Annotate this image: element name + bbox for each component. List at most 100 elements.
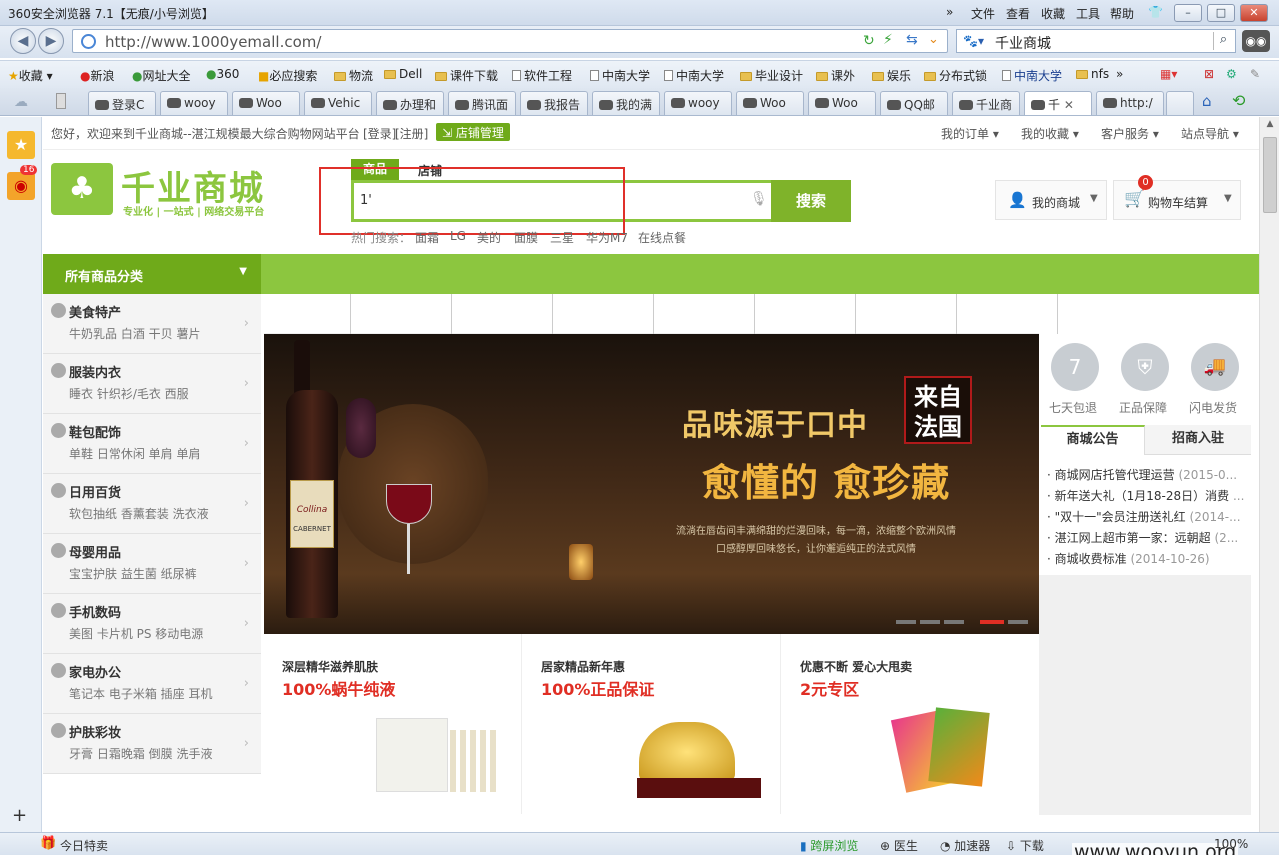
fav-folder-thesis[interactable]: 毕业设计 (740, 67, 803, 84)
fav-folder-entertainment[interactable]: 娱乐 (872, 67, 911, 84)
hot-search-item[interactable]: 在线点餐 (638, 229, 686, 246)
fav-more[interactable]: » (1116, 67, 1123, 81)
customer-service-link[interactable]: 客户服务 ▾ (1101, 125, 1159, 142)
toolbar-icon-1[interactable]: ⊠ (1204, 67, 1214, 81)
my-orders-link[interactable]: 我的订单 ▾ (941, 125, 999, 142)
carousel-dot-active[interactable] (980, 620, 1004, 624)
forward-button[interactable]: ▶ (38, 28, 64, 54)
tab[interactable]: Woo (808, 91, 876, 115)
close-button[interactable]: ✕ (1240, 4, 1268, 22)
tab[interactable]: 登录C (88, 91, 156, 115)
tab[interactable]: 我报告 (520, 91, 588, 115)
tab-mall-notice[interactable]: 商城公告 (1041, 425, 1145, 455)
carousel-dot[interactable] (896, 620, 916, 624)
today-deals-link[interactable]: 今日特卖 (60, 837, 108, 854)
promo-card[interactable]: 居家精品新年惠 100%正品保证 (523, 634, 781, 814)
dropdown-icon[interactable]: ⌄ (928, 32, 939, 47)
home-icon[interactable]: ⌂ (1202, 92, 1212, 110)
page-scrollbar[interactable]: ▲ (1259, 117, 1279, 832)
category-item[interactable]: 家电办公 笔记本 电子米箱 插座 耳机 › (43, 654, 261, 714)
cloud-icon[interactable]: ☁ (14, 94, 28, 110)
zoom-level[interactable]: 100% (1214, 837, 1248, 851)
download-link[interactable]: ⇩ 下载 (1006, 837, 1044, 854)
site-nav-link[interactable]: 站点导航 ▾ (1181, 125, 1239, 142)
favorites-star-icon[interactable]: ★ (7, 131, 35, 159)
category-item[interactable]: 母婴用品 宝宝护肤 益生菌 纸尿裤 › (43, 534, 261, 594)
fav-sina[interactable]: ●新浪 (80, 67, 115, 84)
logo-icon[interactable]: ♣ (51, 163, 113, 215)
tab[interactable]: 千业商 (952, 91, 1020, 115)
fav-collect[interactable]: ★收藏 ▾ (8, 67, 53, 84)
site-search-button[interactable]: 搜索 (771, 180, 851, 222)
tab[interactable]: Woo (232, 91, 300, 115)
fav-bing[interactable]: ■必应搜索 (258, 67, 317, 84)
category-item[interactable]: 护肤彩妆 牙膏 日霜晚霜 倒膜 洗手液 › (43, 714, 261, 774)
scroll-up-icon[interactable]: ▲ (1263, 119, 1277, 133)
fav-csu-1[interactable]: 中南大学 (590, 67, 650, 84)
fav-folder-distlock[interactable]: 分布式锁 (924, 67, 987, 84)
category-item[interactable]: 服装内衣 睡衣 针织衫/毛衣 西服 › (43, 354, 261, 414)
carousel-dot[interactable] (920, 620, 940, 624)
add-sidebar-icon[interactable]: + (12, 805, 27, 826)
tab[interactable]: QQ邮 (880, 91, 948, 115)
toolbar-icon-2[interactable]: ⚙ (1226, 67, 1237, 81)
speed-icon[interactable]: ⚡ (883, 32, 893, 48)
notice-item[interactable]: · 湛江网上超市第一家：远朝超 (2... (1047, 528, 1249, 549)
fav-software-eng[interactable]: 软件工程 (512, 67, 572, 84)
tab[interactable]: 办理和 (376, 91, 444, 115)
fav-csu-2[interactable]: 中南大学 (664, 67, 724, 84)
notice-item[interactable]: · 商城收费标准 (2014-10-26) (1047, 549, 1249, 570)
my-mall-button[interactable]: 👤 我的商城 ▼ (995, 180, 1107, 220)
search-engine-icon[interactable]: 🐾▾ (963, 34, 984, 48)
phone-icon[interactable] (56, 93, 66, 109)
hot-search-item[interactable]: 面霜 (415, 229, 439, 246)
browser-search-box[interactable]: 🐾▾ 千业商城 ⌕ (956, 29, 1236, 53)
hero-banner[interactable]: Collina CABERNET 品味源于口中 来自法国 愈懂的 愈珍藏 流淌在… (264, 334, 1039, 634)
tab[interactable]: Vehic (304, 91, 372, 115)
fav-folder-extracurricular[interactable]: 课外 (816, 67, 855, 84)
hot-search-item[interactable]: 面膜 (514, 229, 538, 246)
cart-button[interactable]: 🛒 0 购物车结算 ▼ (1113, 175, 1241, 220)
tab[interactable]: 我的满 (592, 91, 660, 115)
hot-search-item[interactable]: 三星 (550, 229, 574, 246)
back-button[interactable]: ◀ (10, 28, 36, 54)
store-management-button[interactable]: ⇲ 店铺管理 (436, 123, 510, 141)
menu-favorites[interactable]: 收藏 (1041, 5, 1065, 22)
microphone-icon[interactable]: 🎙 (750, 191, 768, 207)
carousel-dot[interactable] (1008, 620, 1028, 624)
promo-card[interactable]: 优惠不断 爱心大甩卖 2元专区 (782, 634, 1040, 814)
compat-icon[interactable]: ⇆ (906, 32, 918, 48)
my-favorites-link[interactable]: 我的收藏 ▾ (1021, 125, 1079, 142)
tab[interactable]: 腾讯面 (448, 91, 516, 115)
tab[interactable]: http:/ (1096, 91, 1164, 115)
promo-card[interactable]: 深层精华滋养肌肤 100%蜗牛纯液 (264, 634, 522, 814)
fav-folder-logistics[interactable]: 物流 (334, 67, 373, 84)
menu-view[interactable]: 查看 (1006, 5, 1030, 22)
toolbar-icon-3[interactable]: ✎ (1250, 67, 1260, 81)
accelerator-link[interactable]: ◔ 加速器 (940, 837, 990, 854)
login-link[interactable]: [登录] (363, 125, 396, 142)
all-categories-button[interactable]: 所有商品分类 ▼ (43, 254, 261, 294)
fav-csu-3[interactable]: 中南大学 (1002, 67, 1062, 84)
category-item[interactable]: 美食特产 牛奶乳品 白酒 干贝 薯片 › (43, 294, 261, 354)
address-url[interactable]: http://www.1000yemall.com/ (105, 33, 321, 51)
hot-search-item[interactable]: LG (450, 229, 466, 243)
carousel-dot[interactable] (944, 620, 964, 624)
apps-icon[interactable]: ▦▾ (1160, 67, 1177, 81)
tab-merchant-join[interactable]: 招商入驻 (1145, 425, 1251, 455)
search-icon[interactable]: ⌕ (1213, 32, 1233, 50)
doctor-link[interactable]: ⊕ 医生 (880, 837, 918, 854)
hot-search-item[interactable]: 美的 (477, 229, 501, 246)
skin-icon[interactable]: 👕 (1148, 5, 1163, 19)
cross-screen-link[interactable]: ▮ 跨屏浏览 (800, 837, 858, 854)
fav-folder-courseware[interactable]: 课件下载 (435, 67, 498, 84)
fav-360[interactable]: ●360 (206, 67, 239, 81)
fav-site-nav[interactable]: ●网址大全 (132, 67, 191, 84)
weibo-sidebar-icon[interactable]: ◉ (7, 172, 35, 200)
menu-tools[interactable]: 工具 (1076, 5, 1100, 22)
notice-item[interactable]: · 商城网店托管代理运营 (2015-0... (1047, 465, 1249, 486)
tab[interactable]: wooy (160, 91, 228, 115)
address-bar[interactable]: http://www.1000yemall.com/ ↻ ⚡ ⇆ ⌄ (72, 29, 948, 53)
maximize-button[interactable]: □ (1207, 4, 1235, 22)
register-link[interactable]: [注册] (395, 125, 428, 142)
